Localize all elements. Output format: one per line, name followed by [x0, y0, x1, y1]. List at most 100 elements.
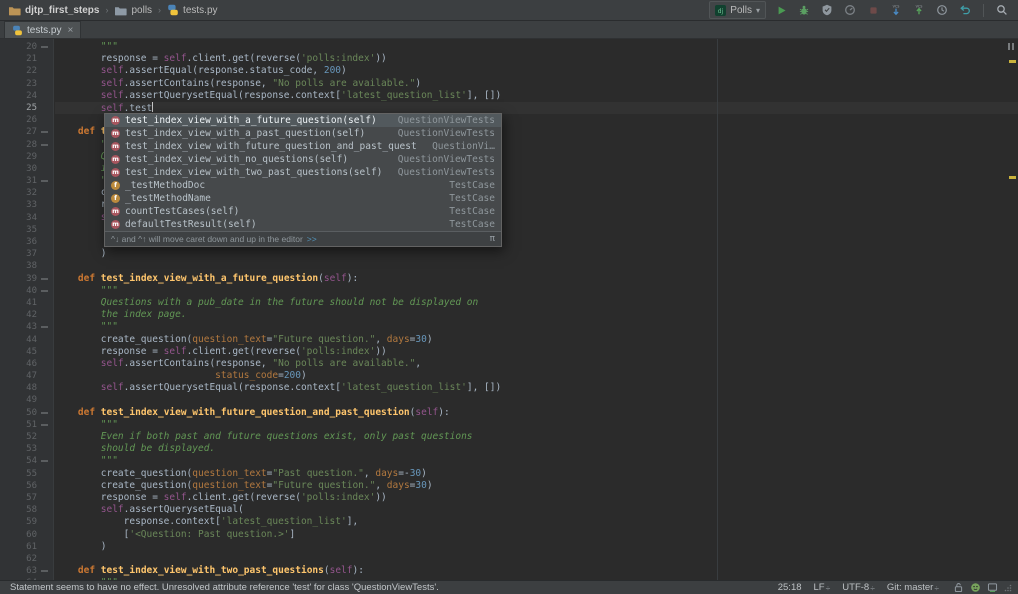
gutter[interactable]: 20 21 22 23 24 25 26 27 28 29 30 31 32 33 34 35 36 37 38 39…	[0, 39, 54, 588]
code-line[interactable]: response = self.client.get(reverse('poll…	[55, 53, 1018, 65]
line-number[interactable]: 44	[0, 334, 53, 346]
line-number[interactable]: 26	[0, 114, 53, 126]
resize-grip-icon[interactable]	[1004, 584, 1012, 592]
completion-item[interactable]: m test_index_view_with_a_past_question(se…	[105, 127, 501, 140]
line-number[interactable]: 30	[0, 163, 53, 175]
code-line[interactable]: def test_index_view_with_a_future_questi…	[55, 273, 1018, 285]
line-number[interactable]: 58	[0, 504, 53, 516]
line-number[interactable]: 22	[0, 65, 53, 77]
line-number[interactable]: 37	[0, 248, 53, 260]
code-line[interactable]: self.assertQuerysetEqual(response.contex…	[55, 382, 1018, 394]
warning-stripe-mark[interactable]	[1009, 176, 1016, 179]
code-line[interactable]: )	[55, 248, 1018, 260]
code-line[interactable]: self.assertQuerysetEqual(	[55, 504, 1018, 516]
search-everywhere-button[interactable]	[994, 2, 1010, 18]
line-number[interactable]: 25	[0, 102, 53, 114]
line-number[interactable]: 28	[0, 139, 53, 151]
line-number[interactable]: 63	[0, 565, 53, 577]
breadcrumb-folder[interactable]: polls	[114, 5, 152, 16]
line-number[interactable]: 38	[0, 260, 53, 272]
breadcrumb-file[interactable]: tests.py	[167, 4, 218, 16]
fold-marker[interactable]	[41, 131, 48, 134]
scrollbar-marker[interactable]	[1012, 43, 1014, 50]
line-number[interactable]: 55	[0, 468, 53, 480]
line-number[interactable]: 36	[0, 236, 53, 248]
fold-marker[interactable]	[41, 460, 48, 463]
line-number[interactable]: 50	[0, 407, 53, 419]
code-line[interactable]: """	[55, 455, 1018, 467]
completion-item[interactable]: f _testMethodDoc TestCase	[105, 179, 501, 192]
line-number[interactable]: 33	[0, 199, 53, 211]
close-icon[interactable]: ×	[67, 25, 73, 36]
rollback-button[interactable]	[957, 2, 973, 18]
completion-item[interactable]: m test_index_view_with_a_future_question(…	[105, 114, 501, 127]
run-with-coverage-button[interactable]	[819, 2, 835, 18]
line-number[interactable]: 23	[0, 78, 53, 90]
fold-marker[interactable]	[41, 423, 48, 426]
code-line[interactable]: create_question(question_text="Future qu…	[55, 334, 1018, 346]
code-line[interactable]: Questions with a pub_date in the future …	[55, 297, 1018, 309]
code-line[interactable]: self.assertEqual(response.status_code, 2…	[55, 65, 1018, 77]
code-line[interactable]: response = self.client.get(reverse('poll…	[55, 492, 1018, 504]
code-line[interactable]: self.assertContains(response, "No polls …	[55, 78, 1018, 90]
line-number[interactable]: 57	[0, 492, 53, 504]
run-button[interactable]	[773, 2, 789, 18]
code-line[interactable]: """	[55, 41, 1018, 53]
completion-item[interactable]: m test_index_view_with_future_question_an…	[105, 140, 501, 153]
run-configuration-selector[interactable]: dj Polls ▾	[709, 1, 766, 19]
completion-item[interactable]: m countTestCases(self) TestCase	[105, 205, 501, 218]
completion-item[interactable]: m test_index_view_with_no_questions(self)…	[105, 153, 501, 166]
debug-button[interactable]	[796, 2, 812, 18]
code-line[interactable]: create_question(question_text="Past ques…	[55, 468, 1018, 480]
line-number[interactable]: 52	[0, 431, 53, 443]
code-line[interactable]: response = self.client.get(reverse('poll…	[55, 346, 1018, 358]
line-number[interactable]: 40	[0, 285, 53, 297]
completion-hint-link[interactable]: >>	[307, 234, 317, 244]
line-number[interactable]: 29	[0, 151, 53, 163]
line-number[interactable]: 41	[0, 297, 53, 309]
line-number[interactable]: 47	[0, 370, 53, 382]
line-number[interactable]: 43	[0, 321, 53, 333]
code-line[interactable]	[55, 394, 1018, 406]
code-line[interactable]: def test_index_view_with_future_question…	[55, 407, 1018, 419]
line-number[interactable]: 27	[0, 126, 53, 138]
profiler-button[interactable]	[842, 2, 858, 18]
code-line[interactable]: """	[55, 419, 1018, 431]
code-line[interactable]: """	[55, 321, 1018, 333]
code-line[interactable]	[55, 260, 1018, 272]
line-number[interactable]: 46	[0, 358, 53, 370]
recent-changes-button[interactable]	[934, 2, 950, 18]
stop-button[interactable]	[865, 2, 881, 18]
lock-icon[interactable]	[953, 582, 964, 593]
line-number[interactable]: 32	[0, 187, 53, 199]
code-line[interactable]: Even if both past and future questions e…	[55, 431, 1018, 443]
line-number[interactable]: 21	[0, 53, 53, 65]
code-line[interactable]: def test_index_view_with_two_past_questi…	[55, 565, 1018, 577]
line-number[interactable]: 42	[0, 309, 53, 321]
code-line[interactable]: """	[55, 285, 1018, 297]
code-line[interactable]: ['<Question: Past question.>']	[55, 529, 1018, 541]
event-log-icon[interactable]	[987, 582, 998, 593]
code-line[interactable]: status_code=200)	[55, 370, 1018, 382]
line-number[interactable]: 20	[0, 41, 53, 53]
line-number[interactable]: 61	[0, 541, 53, 553]
code-line[interactable]: response.context['latest_question_list']…	[55, 516, 1018, 528]
vcs-commit-button[interactable]: VCS	[911, 2, 927, 18]
code-line[interactable]: self.assertQuerysetEqual(response.contex…	[55, 90, 1018, 102]
fold-marker[interactable]	[41, 143, 48, 146]
line-number[interactable]: 53	[0, 443, 53, 455]
line-number[interactable]: 35	[0, 224, 53, 236]
code-line[interactable]	[55, 553, 1018, 565]
encoding-selector[interactable]: UTF-8 ÷	[842, 582, 875, 593]
line-number[interactable]: 59	[0, 516, 53, 528]
line-number[interactable]: 48	[0, 382, 53, 394]
code-line[interactable]: self.assertContains(response, "No polls …	[55, 358, 1018, 370]
fold-marker[interactable]	[41, 289, 48, 292]
fold-marker[interactable]	[41, 411, 48, 414]
line-number[interactable]: 34	[0, 212, 53, 224]
code-line[interactable]: the index page.	[55, 309, 1018, 321]
code-line[interactable]: create_question(question_text="Future qu…	[55, 480, 1018, 492]
completion-item[interactable]: f _testMethodName TestCase	[105, 192, 501, 205]
line-number[interactable]: 51	[0, 419, 53, 431]
fold-marker[interactable]	[41, 570, 48, 573]
